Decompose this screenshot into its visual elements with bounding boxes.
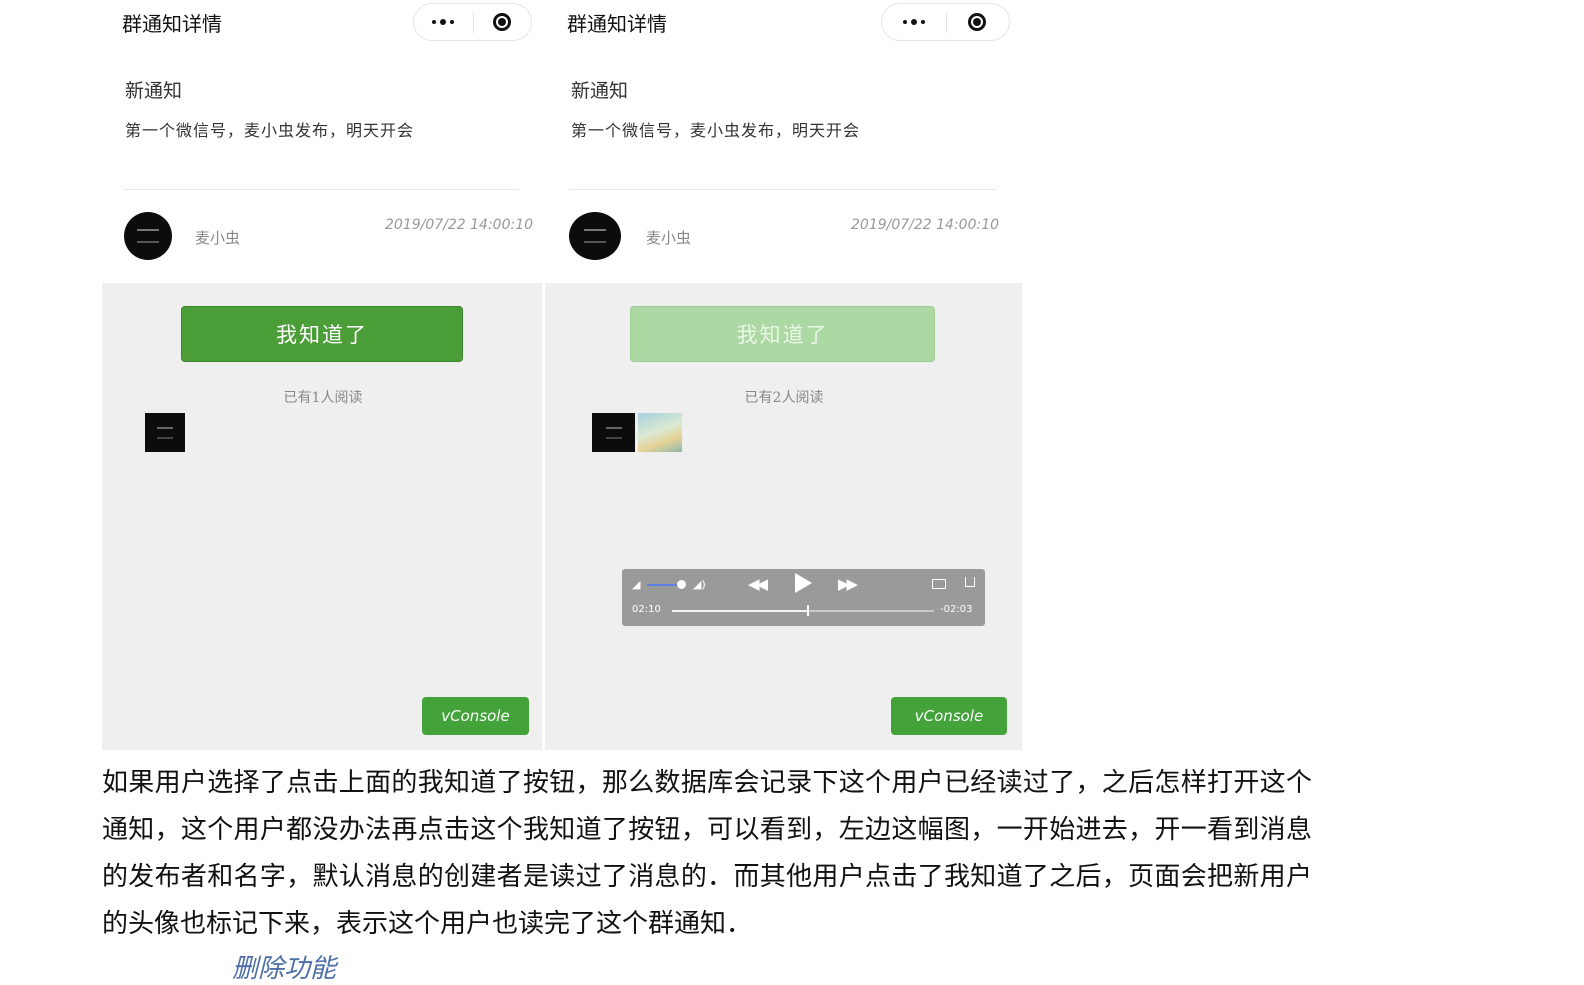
phone-screenshot-right: 群通知详情 新通知 第一个微信号，麦小虫发布，明天开会 麦小虫 2019/07/… [545, 0, 1022, 750]
notice-body: 第一个微信号，麦小虫发布，明天开会 [571, 121, 861, 140]
close-capsule-icon[interactable] [946, 4, 1010, 40]
progress-bar[interactable] [672, 610, 934, 612]
read-count: 已有2人阅读 [744, 390, 824, 406]
read-count: 已有1人阅读 [283, 390, 363, 406]
nav-title: 群通知详情 [567, 12, 667, 36]
publisher-avatar [124, 212, 172, 260]
elapsed-time: 02:10 [632, 604, 661, 615]
divider [124, 189, 519, 190]
more-icon[interactable] [882, 4, 946, 40]
mini-program-capsule [881, 3, 1010, 41]
play-icon[interactable] [795, 573, 812, 593]
notice-title: 新通知 [125, 80, 183, 102]
body-paragraph: 如果用户选择了点击上面的我知道了按钮，那么数据库会记录下这个用户已经读过了，之后… [102, 768, 1312, 939]
fast-forward-icon[interactable]: ▶▶ [838, 575, 858, 593]
reader-avatar [592, 413, 635, 452]
publisher-name: 麦小虫 [646, 229, 692, 247]
publish-time: 2019/07/22 14:00:10 [851, 217, 1000, 233]
vconsole-button[interactable]: vConsole [422, 697, 529, 735]
volume-knob[interactable] [677, 580, 687, 589]
publish-time: 2019/07/22 14:00:10 [385, 217, 534, 233]
volume-low-icon: ◢ [632, 578, 641, 591]
read-section: 我知道了 已有2人阅读 ◢ ◢) ◀◀ ▶▶ 02:10 -02:03 vCon… [545, 283, 1022, 750]
progress-head[interactable] [807, 605, 810, 616]
phone-screenshot-left: 群通知详情 新通知 第一个微信号，麦小虫发布，明天开会 麦小虫 2019/07/… [102, 0, 542, 750]
volume-high-icon: ◢) [693, 578, 706, 591]
notice-body: 第一个微信号，麦小虫发布，明天开会 [125, 121, 415, 140]
notice-title: 新通知 [571, 80, 629, 102]
acknowledge-button[interactable]: 我知道了 [181, 306, 463, 362]
progress-fill [672, 610, 809, 612]
audio-player: ◢ ◢) ◀◀ ▶▶ 02:10 -02:03 [622, 569, 985, 626]
acknowledge-button-disabled: 我知道了 [630, 306, 935, 362]
remaining-time: -02:03 [940, 604, 973, 615]
rewind-icon[interactable]: ◀◀ [748, 575, 768, 593]
read-section: 我知道了 已有1人阅读 vConsole [102, 283, 542, 750]
more-icon[interactable] [414, 4, 473, 40]
close-capsule-icon[interactable] [473, 4, 532, 40]
publisher-avatar [569, 212, 621, 260]
divider [569, 189, 996, 190]
vconsole-button[interactable]: vConsole [891, 697, 1007, 735]
nav-title: 群通知详情 [122, 12, 222, 36]
section-heading: 删除功能 [232, 954, 337, 984]
mini-program-capsule [413, 3, 532, 41]
reader-avatar [145, 413, 185, 452]
airplay-icon[interactable] [932, 579, 946, 589]
publisher-name: 麦小虫 [195, 229, 241, 247]
reader-avatar-photo [638, 413, 682, 452]
share-icon[interactable] [965, 577, 975, 587]
